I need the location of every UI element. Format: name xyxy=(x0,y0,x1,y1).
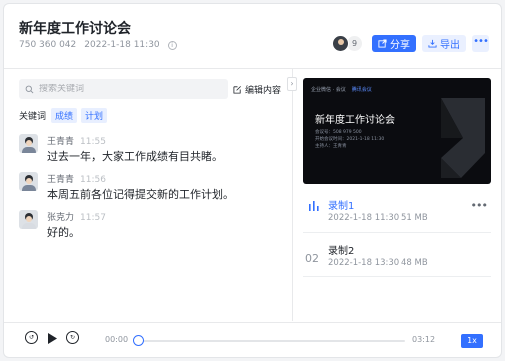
download-icon xyxy=(428,39,437,48)
search-icon xyxy=(25,85,34,93)
video-logo-right: 腾讯会议 xyxy=(351,87,372,93)
message-text: 过去一年，大家工作成绩有目共睹。 xyxy=(47,150,223,163)
meeting-datetime: 2022-1-18 11:30 xyxy=(84,40,160,50)
playback-speed-button[interactable]: 1x xyxy=(461,334,483,348)
keywords-label: 关键词 xyxy=(19,112,47,122)
participant-count: 9 xyxy=(347,36,362,51)
keyword-tag[interactable]: 计划 xyxy=(81,108,108,123)
avatar xyxy=(332,35,349,52)
total-time: 03:12 xyxy=(412,335,436,344)
meeting-meta: 750 360 042 2022-1-18 11:30 i xyxy=(19,40,177,50)
video-detail-line: 会议号：508 979 500 xyxy=(315,130,362,135)
collapse-chevron-icon[interactable]: › xyxy=(287,77,297,91)
message-time: 11:57 xyxy=(80,213,106,223)
message-time: 11:56 xyxy=(80,175,106,185)
message-text: 好的。 xyxy=(47,226,80,239)
avatar xyxy=(19,172,38,191)
player-divider xyxy=(4,322,501,323)
recording-name: 录制2 xyxy=(328,246,355,257)
share-label: 分享 xyxy=(390,40,410,51)
edit-icon xyxy=(233,86,241,94)
recording-size: 48 MB xyxy=(401,258,428,268)
share-button[interactable]: 分享 xyxy=(372,35,416,52)
keyword-tag[interactable]: 成绩 xyxy=(51,108,78,123)
recording-divider xyxy=(303,276,491,277)
panel-divider xyxy=(292,69,293,321)
search-box[interactable] xyxy=(19,79,228,99)
participants[interactable]: 9 xyxy=(332,35,362,52)
recording-date: 2022-1-18 13:30 xyxy=(328,258,400,268)
more-icon[interactable]: ••• xyxy=(472,35,489,52)
current-time: 00:00 xyxy=(105,335,129,344)
progress-handle[interactable] xyxy=(133,335,144,346)
header-actions: 9 分享 导出 ••• xyxy=(332,35,489,52)
recording-date: 2022-1-18 11:30 xyxy=(328,213,400,223)
progress-track[interactable] xyxy=(139,340,405,342)
forward-icon[interactable]: ↻ xyxy=(66,331,79,344)
video-logo-left: 企业微信 · 会议 xyxy=(311,87,346,93)
edit-content-button[interactable]: 编辑内容 xyxy=(233,83,281,96)
avatar xyxy=(19,134,38,153)
share-icon xyxy=(378,39,387,48)
video-details: 会议号：508 979 500 开始会议时间：2021-1-18 11:30 主… xyxy=(315,129,384,150)
video-logo: 企业微信 · 会议 腾讯会议 xyxy=(311,86,372,93)
rewind-icon[interactable]: ↺ xyxy=(25,331,38,344)
video-preview[interactable]: 企业微信 · 会议 腾讯会议 新年度工作讨论会 会议号：508 979 500 … xyxy=(303,78,491,184)
recording-size: 51 MB xyxy=(401,213,428,223)
speaker-line: 王青青 11:55 xyxy=(47,134,106,147)
recording-divider xyxy=(303,232,491,233)
info-icon[interactable]: i xyxy=(167,40,177,50)
message-text: 本周五前各位记得提交新的工作计划。 xyxy=(47,188,234,201)
speaker-name: 张克力 xyxy=(47,213,75,223)
header-divider xyxy=(4,68,501,69)
recording-item[interactable]: 02 录制2 2022-1-18 13:30 48 MB xyxy=(303,242,491,284)
more-icon[interactable]: ••• xyxy=(471,199,488,212)
recording-name: 录制1 xyxy=(328,201,355,212)
search-input[interactable] xyxy=(39,84,219,94)
audio-bars-icon xyxy=(309,201,319,211)
recording-index: 02 xyxy=(305,252,319,265)
speaker-line: 王青青 11:56 xyxy=(47,172,106,185)
speaker-name: 王青青 xyxy=(47,175,75,185)
edit-content-label: 编辑内容 xyxy=(245,86,282,96)
keywords-row: 关键词 成绩 计划 xyxy=(19,108,108,123)
play-icon[interactable] xyxy=(47,333,57,344)
video-title: 新年度工作讨论会 xyxy=(315,115,395,126)
meeting-title: 新年度工作讨论会 xyxy=(19,21,131,37)
speaker-name: 王青青 xyxy=(47,137,75,147)
video-detail-line: 开始会议时间：2021-1-18 11:30 xyxy=(315,137,385,142)
message-time: 11:55 xyxy=(80,137,106,147)
meeting-detail-card: 新年度工作讨论会 750 360 042 2022-1-18 11:30 i 9… xyxy=(3,3,502,358)
video-graphic xyxy=(441,98,485,178)
export-button[interactable]: 导出 xyxy=(422,35,466,52)
avatar xyxy=(19,210,38,229)
video-detail-line: 主持人：王青青 xyxy=(315,144,347,149)
meeting-id: 750 360 042 xyxy=(19,40,77,50)
export-label: 导出 xyxy=(440,40,460,51)
speaker-line: 张克力 11:57 xyxy=(47,210,106,223)
